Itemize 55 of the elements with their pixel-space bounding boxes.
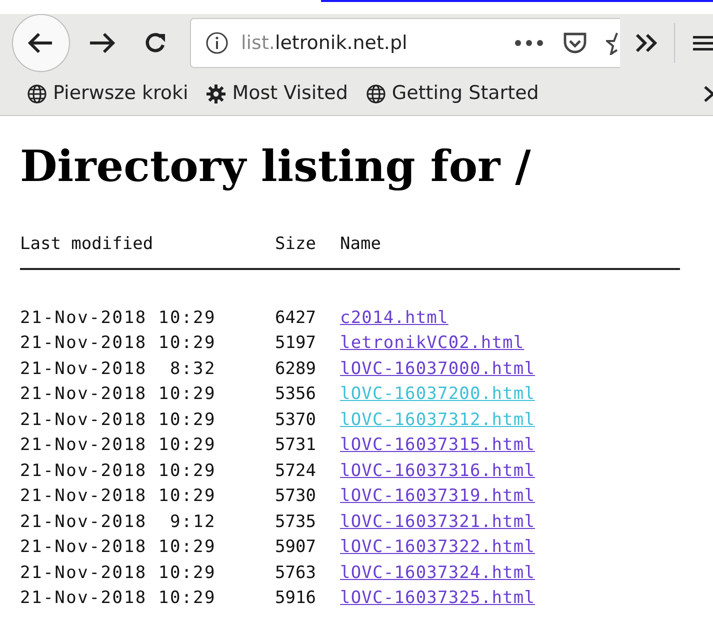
globe-icon — [366, 84, 386, 104]
file-link[interactable]: lOVC-16037325.html — [340, 586, 536, 612]
file-size: 5763 — [274, 562, 316, 584]
back-arrow-icon — [28, 32, 54, 54]
gear-icon — [206, 84, 226, 104]
file-link[interactable]: lOVC-16037324.html — [340, 560, 536, 586]
file-size: 5916 — [274, 587, 316, 610]
file-link[interactable]: lOVC-16037315.html — [340, 433, 536, 458]
overflow-chevron-icon[interactable] — [634, 32, 660, 54]
forward-arrow-icon — [88, 32, 116, 54]
file-size: 5724 — [274, 460, 316, 482]
column-header: Name — [340, 233, 381, 256]
file-size: 6427 — [274, 306, 316, 330]
file-size: 6289 — [274, 358, 316, 380]
modified-date: 21-Nov-2018 10:29 — [20, 434, 218, 457]
bookmark-link[interactable]: Pierwsze kroki — [53, 79, 188, 108]
file-link[interactable]: lOVC-16037322.html — [340, 535, 536, 560]
file-size: 5907 — [274, 536, 316, 559]
file-size: 5356 — [274, 383, 316, 406]
reload-icon — [144, 31, 168, 55]
address-bar[interactable]: list.letronik.net.pl — [190, 18, 620, 68]
pocket-icon[interactable] — [562, 31, 588, 55]
modified-date: 21-Nov-2018 9:12 — [20, 510, 218, 534]
file-link[interactable]: letronikVC02.html — [340, 331, 524, 356]
file-size: 5731 — [274, 434, 316, 457]
file-link[interactable]: lOVC-16037000.html — [340, 356, 536, 382]
chevron-icon[interactable] — [703, 84, 713, 102]
info-icon — [205, 31, 229, 55]
file-link[interactable]: lOVC-16037319.html — [340, 484, 536, 510]
file-size: 5370 — [274, 408, 316, 432]
file-size: 5730 — [274, 485, 316, 508]
modified-date: 21-Nov-2018 10:29 — [20, 587, 218, 610]
file-size: 5735 — [274, 510, 316, 534]
url-text: list.letronik.net.pl — [241, 30, 408, 56]
modified-date: 21-Nov-2018 10:29 — [20, 383, 218, 406]
file-size: 5197 — [274, 332, 316, 355]
column-header: Size — [274, 233, 316, 256]
column-header: Last modified — [20, 233, 154, 256]
modified-date: 21-Nov-2018 10:29 — [20, 408, 218, 432]
modified-date: 21-Nov-2018 10:29 — [20, 562, 218, 584]
modified-date: 21-Nov-2018 10:29 — [20, 485, 218, 508]
globe-icon — [27, 84, 47, 104]
modified-date: 21-Nov-2018 10:29 — [20, 306, 218, 330]
bookmark-link[interactable]: Getting Started — [392, 79, 539, 108]
modified-date: 21-Nov-2018 10:29 — [20, 332, 218, 355]
more-icon[interactable] — [514, 39, 544, 47]
file-link[interactable]: lOVC-16037321.html — [340, 510, 536, 535]
bookmark-link[interactable]: Most Visited — [232, 79, 348, 108]
modified-date: 21-Nov-2018 8:32 — [20, 358, 218, 380]
modified-date: 21-Nov-2018 10:29 — [20, 536, 218, 559]
page-heading: Directory listing for / — [20, 146, 532, 189]
modified-date: 21-Nov-2018 10:29 — [20, 460, 218, 482]
menu-icon[interactable] — [693, 33, 713, 53]
file-link[interactable]: lOVC-16037316.html — [340, 458, 536, 484]
file-link[interactable]: c2014.html — [340, 306, 448, 331]
